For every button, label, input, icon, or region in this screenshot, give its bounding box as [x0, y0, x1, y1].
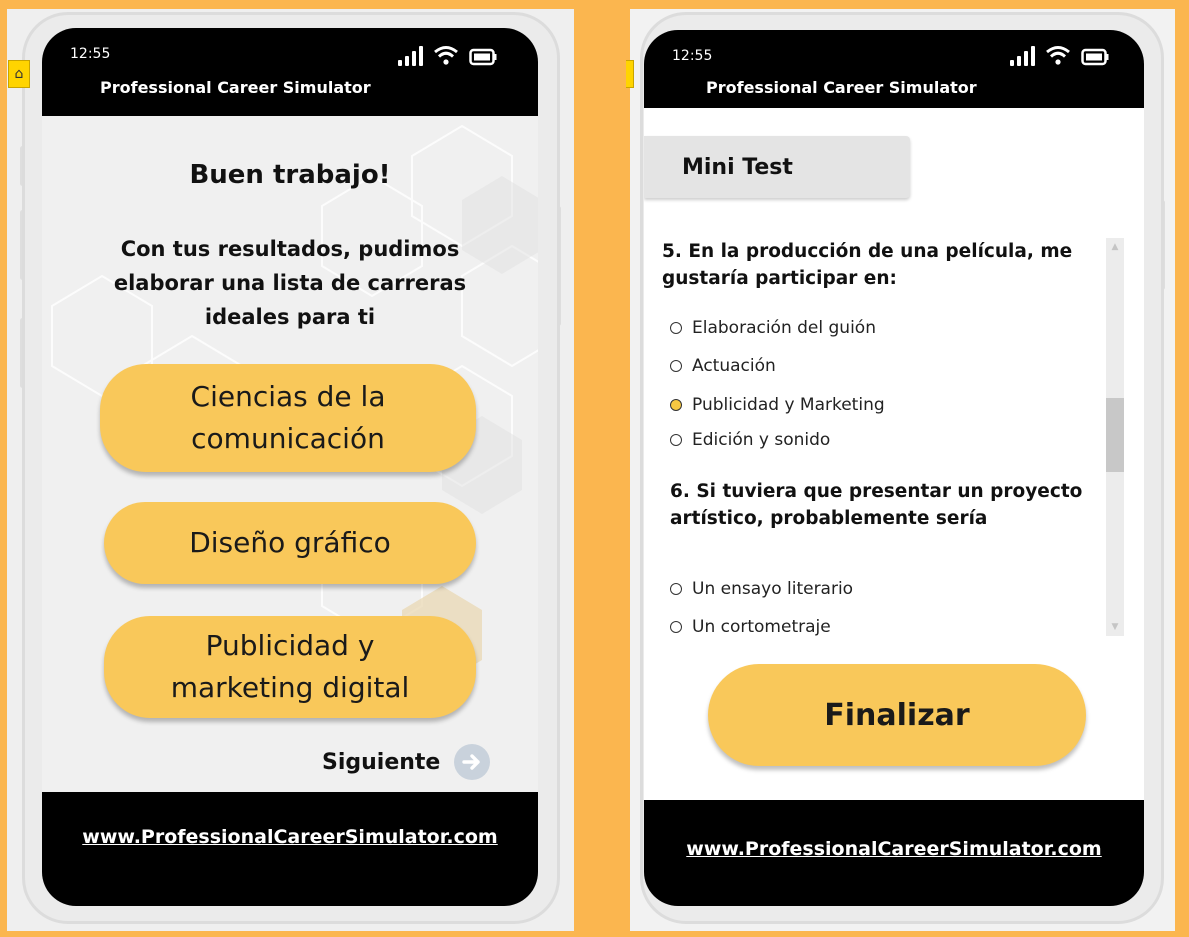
- option-label: Actuación: [692, 356, 776, 376]
- scroll-up-icon[interactable]: ▲: [1106, 242, 1124, 252]
- footer: www.ProfessionalCareerSimulator.com: [644, 800, 1144, 906]
- wifi-icon: [1046, 46, 1070, 65]
- signal-icon: [398, 46, 423, 66]
- signal-icon: [1010, 46, 1035, 66]
- radio-icon[interactable]: [670, 399, 682, 411]
- wifi-icon: [434, 46, 458, 65]
- tab-mini-test[interactable]: Mini Test: [644, 136, 910, 198]
- question-6: 6. Si tuviera que presentar un proyecto …: [670, 481, 1083, 529]
- status-time: 12:55: [672, 48, 713, 64]
- career-button-diseno[interactable]: Diseño gráfico: [104, 502, 476, 584]
- option-cortometraje[interactable]: Un cortometraje: [670, 617, 831, 637]
- next-button[interactable]: Siguiente: [322, 744, 491, 780]
- option-label: Edición y sonido: [692, 430, 831, 450]
- radio-icon[interactable]: [670, 322, 682, 334]
- finish-label: Finalizar: [824, 697, 970, 733]
- tab-label: Mini Test: [682, 154, 793, 180]
- option-label: Elaboración del guión: [692, 318, 876, 338]
- app-header: 12:55 Professional Career Simulator: [644, 30, 1144, 108]
- scrollbar[interactable]: ▲ ▼: [1106, 238, 1124, 636]
- option-label: Un ensayo literario: [692, 579, 854, 599]
- page-title: Buen trabajo!: [189, 160, 391, 190]
- app-header: 12:55 Professional Career Simulator: [42, 28, 538, 116]
- mini-test-screen: 12:55 Professional Career Simulator Mini…: [644, 30, 1144, 906]
- results-description: Con tus resultados, pudimos elaborar una…: [113, 237, 467, 329]
- option-label: Publicidad y Marketing: [692, 395, 885, 415]
- option-publicidad[interactable]: Publicidad y Marketing: [670, 395, 885, 415]
- status-icons: [1010, 44, 1109, 66]
- radio-icon[interactable]: [670, 583, 682, 595]
- scroll-down-icon[interactable]: ▼: [1106, 622, 1124, 632]
- footer: www.ProfessionalCareerSimulator.com: [42, 792, 538, 906]
- career-button-publicidad[interactable]: Publicidad y marketing digital: [104, 616, 476, 718]
- option-guion[interactable]: Elaboración del guión: [670, 318, 876, 338]
- next-label: Siguiente: [322, 749, 441, 775]
- option-edicion[interactable]: Edición y sonido: [670, 430, 830, 450]
- website-link[interactable]: www.ProfessionalCareerSimulator.com: [42, 826, 538, 848]
- option-actuacion[interactable]: Actuación: [670, 356, 776, 376]
- app-title: Professional Career Simulator: [100, 78, 371, 97]
- career-label: Diseño gráfico: [189, 526, 391, 559]
- scroll-thumb[interactable]: [1106, 398, 1124, 472]
- question-5: 5. En la producción de una película, me …: [662, 241, 1073, 289]
- option-label: Un cortometraje: [692, 617, 831, 637]
- career-label: Ciencias de la comunicación: [190, 380, 386, 455]
- arrow-right-circle-icon[interactable]: [454, 744, 491, 780]
- radio-icon[interactable]: [670, 360, 682, 372]
- home-icon[interactable]: ⌂: [8, 60, 30, 88]
- app-title: Professional Career Simulator: [706, 78, 977, 97]
- status-time: 12:55: [70, 46, 111, 62]
- career-label: Publicidad y marketing digital: [170, 629, 410, 704]
- battery-icon: [469, 48, 497, 66]
- career-button-comunicacion[interactable]: Ciencias de la comunicación: [100, 364, 476, 472]
- option-ensayo[interactable]: Un ensayo literario: [670, 579, 853, 599]
- results-screen: 12:55 Professional Career Simulator Buen…: [42, 28, 538, 906]
- radio-icon[interactable]: [670, 434, 682, 446]
- finish-button[interactable]: Finalizar: [708, 664, 1086, 766]
- radio-icon[interactable]: [670, 621, 682, 633]
- status-icons: [398, 44, 497, 66]
- home-icon[interactable]: [626, 60, 634, 88]
- website-link[interactable]: www.ProfessionalCareerSimulator.com: [644, 838, 1144, 860]
- battery-icon: [1081, 48, 1109, 66]
